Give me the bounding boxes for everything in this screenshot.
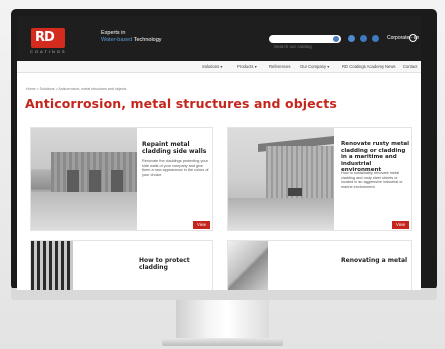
nav-item-academy[interactable]: RD Coatings Academy	[342, 64, 384, 69]
card-image	[31, 241, 73, 290]
phone-icon[interactable]	[360, 35, 367, 42]
card-description: How to sustainably renovate metal claddi…	[341, 171, 403, 189]
site-logo[interactable]: RD	[31, 28, 65, 48]
search-icon[interactable]	[333, 36, 339, 42]
card-image	[31, 128, 137, 230]
solution-card[interactable]: How to protect cladding	[30, 240, 213, 290]
main-nav: Solutions ▾ Products ▾ References Our Co…	[17, 61, 421, 73]
card-image	[228, 241, 268, 290]
user-icon[interactable]	[372, 35, 379, 42]
monitor-stand	[176, 300, 269, 340]
page-title: Anticorrosion, metal structures and obje…	[25, 96, 337, 111]
nav-item-our-company[interactable]: Our Company ▾	[300, 64, 329, 69]
card-title[interactable]: Repaint metal cladding side walls	[142, 141, 210, 155]
solution-card[interactable]: Renovate rusty metal cladding or claddin…	[227, 127, 412, 231]
site-header: RD COATINGS Experts in Water-based Techn…	[17, 16, 421, 61]
monitor-screen: RD COATINGS Experts in Water-based Techn…	[17, 16, 421, 290]
tagline-rest: Technology	[132, 37, 162, 43]
view-button[interactable]: View	[193, 221, 210, 229]
card-description: Renovate the claddings protecting your s…	[142, 159, 209, 177]
tagline-highlight: Water-based	[101, 37, 133, 43]
tagline-line1: Experts in	[101, 30, 126, 36]
breadcrumb[interactable]: Home > Solutions > Anticorrosion, metal …	[26, 87, 126, 91]
location-icon[interactable]	[348, 35, 355, 42]
nav-item-news[interactable]: News	[385, 64, 395, 69]
solution-card[interactable]: Renovating a metal	[227, 240, 412, 290]
search-input[interactable]	[269, 42, 329, 51]
card-image	[228, 128, 334, 230]
solution-card[interactable]: Repaint metal cladding side walls Renova…	[30, 127, 213, 231]
nav-item-products[interactable]: Products ▾	[237, 64, 257, 69]
view-button[interactable]: View	[392, 221, 409, 229]
nav-item-references[interactable]: References	[269, 64, 290, 69]
logo-subtitle: COATINGS	[30, 49, 67, 54]
search-box[interactable]	[269, 35, 341, 51]
card-title[interactable]: How to protect cladding	[139, 257, 212, 271]
card-title[interactable]: Renovating a metal	[341, 257, 411, 264]
site-tagline: Experts in Water-based Technology	[101, 30, 162, 44]
monitor-stand-base	[162, 338, 283, 346]
logo-text: RD	[35, 30, 55, 45]
card-title[interactable]: Renovate rusty metal cladding or claddin…	[341, 141, 411, 174]
nav-item-solutions[interactable]: Solutions ▾	[202, 64, 223, 69]
globe-icon[interactable]	[409, 34, 417, 42]
nav-item-contact[interactable]: Contact	[403, 64, 417, 69]
tagline-line2: Water-based Technology	[101, 37, 162, 44]
